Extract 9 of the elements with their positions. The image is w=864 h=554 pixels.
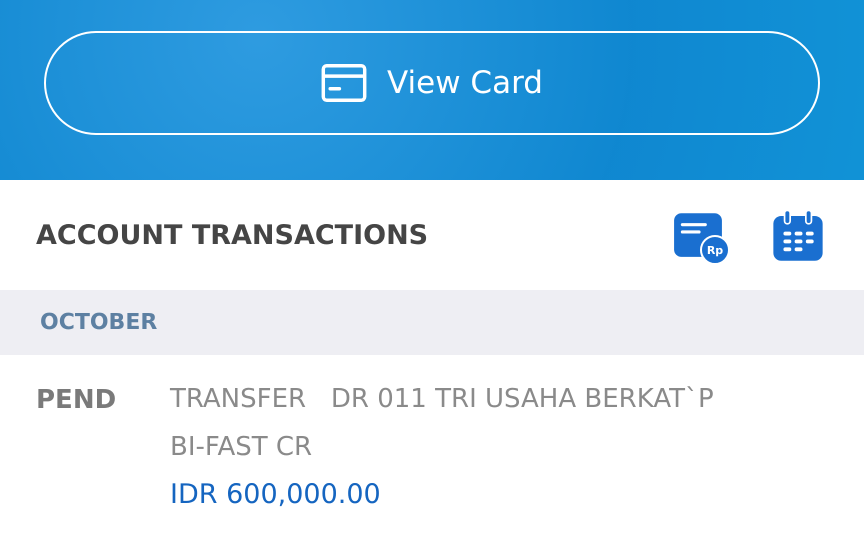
transaction-status: PEND: [36, 385, 118, 417]
transaction-amount: IDR 600,000.00: [170, 478, 382, 512]
section-title: ACCOUNT TRANSACTIONS: [36, 220, 428, 250]
currency-badge: Rp: [700, 235, 730, 265]
view-card-button[interactable]: View Card: [44, 31, 820, 135]
card-icon: [321, 63, 368, 103]
transaction-description: BI-FAST CR: [170, 431, 314, 464]
month-header: OCTOBER: [0, 290, 864, 355]
transaction-description: TRANSFER DR 011 TRI USAHA BERKAT`P: [170, 383, 714, 416]
